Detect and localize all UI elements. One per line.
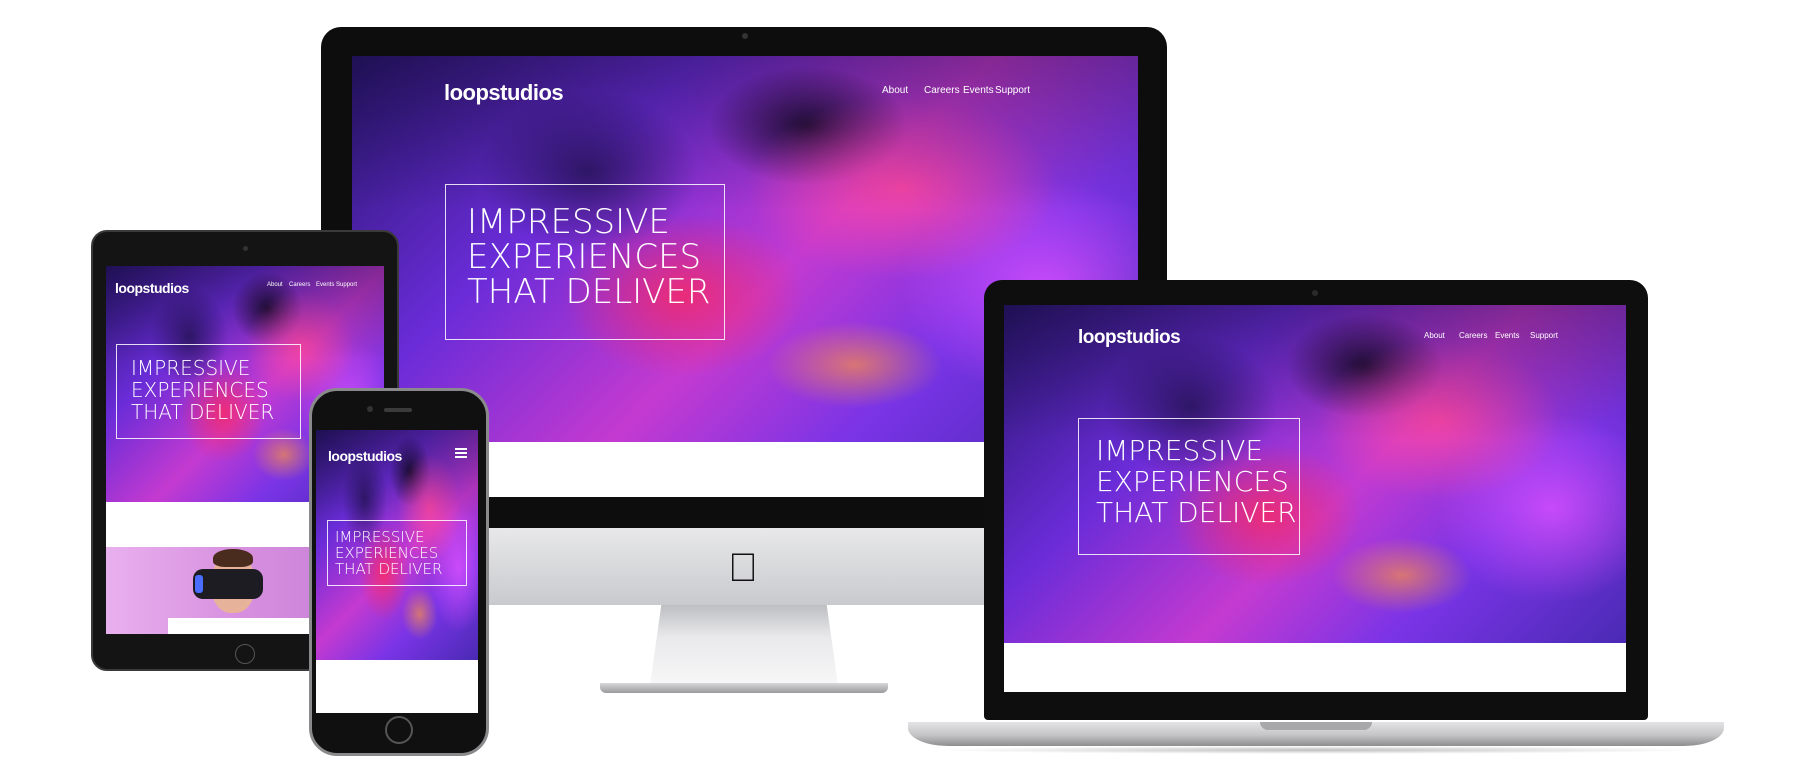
site-logo[interactable]: loopstudios [1078,327,1181,349]
hero-heading-line: EXPERIENCES [1096,465,1289,498]
site-logo[interactable]: loopstudios [115,280,189,296]
laptop-camera [1312,290,1318,296]
phone-home-button[interactable] [385,716,413,744]
hero-heading-box: IMPRESSIVE EXPERIENCES THAT DELIVER [327,520,467,586]
laptop-lid-notch [1260,722,1372,730]
nav-link-support[interactable]: Support [995,85,1030,96]
site-logo[interactable]: loopstudios [444,80,564,106]
nav-link-about[interactable]: About [882,85,924,96]
nav-link-support[interactable]: Support [1530,331,1558,340]
nav-link-careers[interactable]: Careers [1459,331,1495,340]
nav-link-about[interactable]: About [1424,331,1459,340]
vr-headset-icon [193,569,263,599]
laptop-shadow [930,746,1702,754]
nav-link-careers[interactable]: Careers [289,282,316,288]
primary-nav: About Careers Events Support [1424,331,1558,340]
hero-heading-line: THAT DELIVER [1096,496,1297,529]
nav-link-events[interactable]: Events [963,85,995,96]
primary-nav: About Careers Events Support [267,282,357,288]
vr-headset-person-image [193,549,265,629]
hero-heading-line: IMPRESSIVE [335,528,425,546]
hero-heading-line: THAT DELIVER [467,272,711,312]
tablet-home-button[interactable] [235,644,255,664]
hero-heading-line: IMPRESSIVE [131,356,251,380]
phone-page-content [316,660,478,713]
hero-heading-line: EXPERIENCES [131,378,269,402]
apple-logo-icon:  [723,546,763,590]
hamburger-menu-icon[interactable] [455,448,467,458]
imac-camera [742,33,748,39]
phone-camera [367,406,373,412]
phone-speaker [384,408,412,412]
nav-link-events[interactable]: Events [1495,331,1530,340]
site-logo[interactable]: loopstudios [328,448,402,464]
hero-heading-line: THAT DELIVER [335,560,443,578]
nav-link-careers[interactable]: Careers [924,85,963,96]
tablet-camera [243,246,248,251]
imac-stand [650,605,838,685]
laptop-hero-section: loopstudios About Careers Events Support… [1004,305,1626,643]
hero-heading-line: IMPRESSIVE [1096,434,1264,467]
primary-nav: About Careers Events Support [882,85,1030,96]
hero-heading-box: IMPRESSIVE EXPERIENCES THAT DELIVER [1078,418,1300,555]
imac-stand-foot [600,683,888,693]
hero-heading-line: THAT DELIVER [131,400,275,424]
phone-hero-section: loopstudios IMPRESSIVE EXPERIENCES THAT … [316,430,478,660]
hero-heading-box: IMPRESSIVE EXPERIENCES THAT DELIVER [116,344,301,439]
hero-heading-line: IMPRESSIVE [467,202,670,242]
nav-link-about[interactable]: About [267,282,289,288]
nav-link-support[interactable]: Support [336,282,357,288]
nav-link-events[interactable]: Events [316,282,336,288]
hero-heading-line: EXPERIENCES [335,544,439,562]
hero-heading-line: EXPERIENCES [467,237,702,277]
laptop-page-content [1004,643,1626,692]
hero-heading-box: IMPRESSIVE EXPERIENCES THAT DELIVER [445,184,725,340]
